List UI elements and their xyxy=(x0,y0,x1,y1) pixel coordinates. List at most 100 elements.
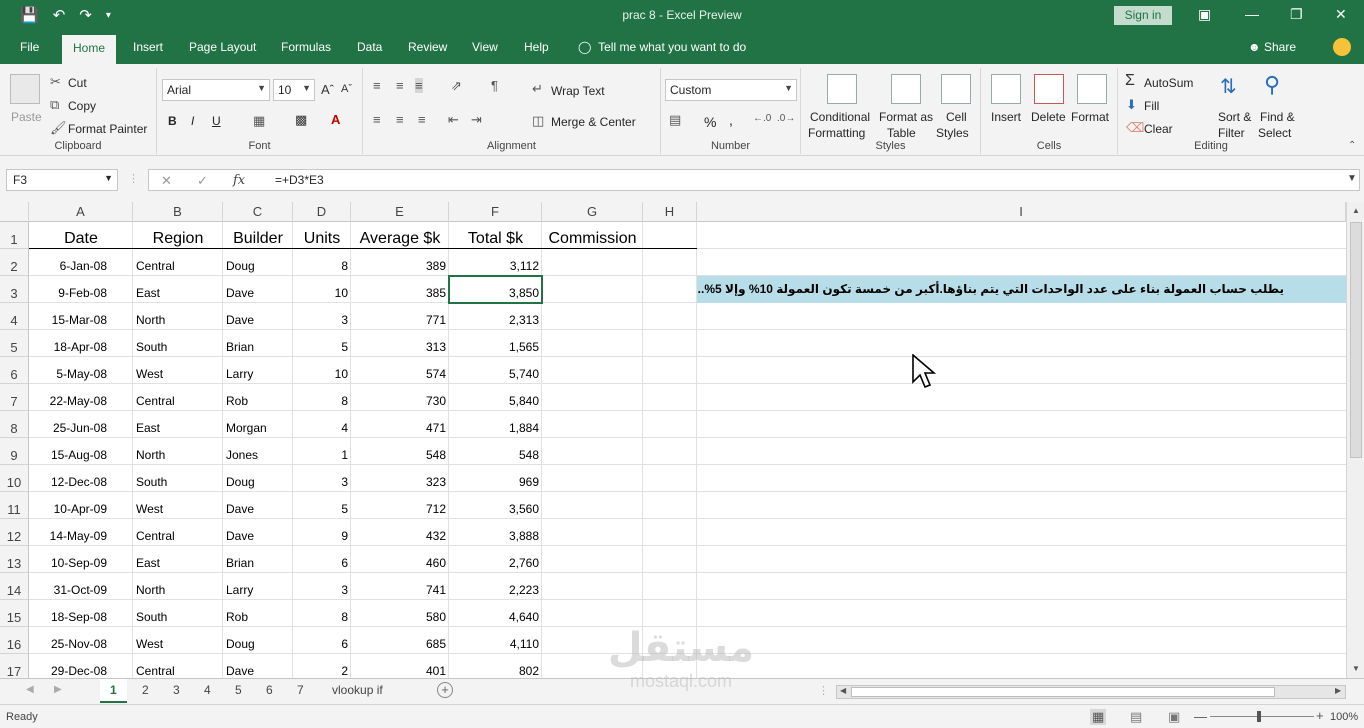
table-cell[interactable]: Morgan xyxy=(223,421,293,437)
column-header-b[interactable]: B xyxy=(133,202,223,222)
table-cell[interactable]: Rob xyxy=(223,610,293,626)
table-cell[interactable]: 389 xyxy=(351,259,449,275)
row-header[interactable]: 3 xyxy=(0,276,29,303)
format-cells-button[interactable]: Format xyxy=(1071,110,1109,124)
scroll-down-icon[interactable]: ▼ xyxy=(1352,664,1360,673)
table-cell[interactable]: 548 xyxy=(449,448,542,464)
table-cell[interactable]: North xyxy=(133,583,223,599)
table-cell[interactable]: Dave xyxy=(223,313,293,329)
table-cell[interactable]: 3,560 xyxy=(449,502,542,518)
scroll-up-icon[interactable]: ▲ xyxy=(1352,206,1360,215)
find-select-button[interactable]: Find & xyxy=(1260,110,1295,124)
table-cell[interactable]: West xyxy=(133,502,223,518)
page-break-view-icon[interactable]: ▣ xyxy=(1168,709,1180,725)
table-cell[interactable]: East xyxy=(133,286,223,302)
share-button[interactable]: ☻ Share xyxy=(1248,40,1296,54)
format-painter-button[interactable]: Format Painter xyxy=(68,122,147,136)
sheet-tab-3[interactable]: 3 xyxy=(173,683,180,697)
number-format-combo[interactable]: Custom ▼ xyxy=(665,79,797,101)
table-cell[interactable]: South xyxy=(133,610,223,626)
sheet-tab-7[interactable]: 7 xyxy=(297,683,304,697)
italic-button[interactable]: I xyxy=(191,114,194,128)
conditional-formatting-button[interactable]: Conditional xyxy=(810,110,870,124)
table-cell[interactable]: 1 xyxy=(293,448,351,464)
table-cell[interactable]: 25-Nov-08 xyxy=(29,637,133,653)
table-cell[interactable]: 10 xyxy=(293,286,351,302)
minimize-icon[interactable]: — xyxy=(1245,6,1259,22)
table-cell[interactable]: 574 xyxy=(351,367,449,383)
row-header[interactable]: 2 xyxy=(0,249,29,276)
header-cell[interactable]: Average $k xyxy=(351,230,449,250)
sheet-tab-2[interactable]: 2 xyxy=(142,683,149,697)
font-color-icon[interactable]: A xyxy=(331,112,340,127)
column-header-g[interactable]: G xyxy=(542,202,643,222)
table-cell[interactable]: South xyxy=(133,340,223,356)
expand-formula-icon[interactable]: ▼ xyxy=(1347,173,1357,184)
table-cell[interactable]: 685 xyxy=(351,637,449,653)
table-cell[interactable]: 2,223 xyxy=(449,583,542,599)
table-cell[interactable]: 10-Sep-09 xyxy=(29,556,133,572)
align-center-icon[interactable]: ≡ xyxy=(396,112,404,127)
zoom-slider[interactable] xyxy=(1210,716,1314,717)
restore-icon[interactable]: ❐ xyxy=(1290,6,1303,23)
zoom-slider-thumb[interactable] xyxy=(1257,711,1261,722)
header-cell[interactable]: Date xyxy=(29,230,133,250)
tab-home[interactable]: Home xyxy=(62,35,117,64)
table-cell[interactable]: 6-Jan-08 xyxy=(29,259,133,275)
table-cell[interactable]: Doug xyxy=(223,475,293,491)
table-cell[interactable]: 771 xyxy=(351,313,449,329)
sheet-tab-vlookup-if[interactable]: vlookup if xyxy=(332,683,383,697)
orientation-icon[interactable]: ⇗ xyxy=(451,78,462,94)
copy-button[interactable]: Copy xyxy=(68,99,96,113)
increase-decimal-icon[interactable]: ←.0 xyxy=(753,113,771,124)
table-cell[interactable]: 3 xyxy=(293,313,351,329)
zoom-out-icon[interactable]: — xyxy=(1194,709,1207,724)
sort-filter-button[interactable]: Sort & xyxy=(1218,110,1251,124)
row-header[interactable]: 7 xyxy=(0,384,29,411)
table-cell[interactable]: West xyxy=(133,637,223,653)
table-cell[interactable]: East xyxy=(133,421,223,437)
bold-button[interactable]: B xyxy=(168,114,177,128)
feedback-smiley-icon[interactable] xyxy=(1333,38,1351,56)
top-align-icon[interactable]: ≡ xyxy=(373,78,381,93)
table-cell[interactable]: 1,884 xyxy=(449,421,542,437)
table-cell[interactable]: 969 xyxy=(449,475,542,491)
paste-icon[interactable] xyxy=(10,74,40,104)
table-cell[interactable]: 385 xyxy=(351,286,449,302)
column-header-d[interactable]: D xyxy=(293,202,351,222)
tab-review[interactable]: Review xyxy=(408,40,447,54)
insert-cells-button[interactable]: Insert xyxy=(991,110,1021,124)
table-cell[interactable]: 5 xyxy=(293,502,351,518)
tab-help[interactable]: Help xyxy=(524,40,549,54)
row-header[interactable]: 17 xyxy=(0,654,29,678)
table-cell[interactable]: 432 xyxy=(351,529,449,545)
table-cell[interactable]: 5,840 xyxy=(449,394,542,410)
fill-color-icon[interactable]: ▩ xyxy=(295,112,307,128)
cell-styles-button[interactable]: Cell xyxy=(946,110,967,124)
table-cell[interactable]: 548 xyxy=(351,448,449,464)
table-cell[interactable]: Central xyxy=(133,529,223,545)
table-cell[interactable]: Dave xyxy=(223,286,293,302)
table-cell[interactable]: 8 xyxy=(293,394,351,410)
row-header[interactable]: 16 xyxy=(0,627,29,654)
table-cell[interactable]: Rob xyxy=(223,394,293,410)
table-cell[interactable]: 18-Sep-08 xyxy=(29,610,133,626)
row-header[interactable]: 13 xyxy=(0,546,29,573)
header-cell[interactable]: Units xyxy=(293,230,351,250)
table-cell[interactable]: 3 xyxy=(293,475,351,491)
tab-view[interactable]: View xyxy=(472,40,498,54)
sign-in-button[interactable]: Sign in xyxy=(1114,6,1172,25)
middle-align-icon[interactable]: ≡ xyxy=(396,78,404,93)
table-cell[interactable]: Jones xyxy=(223,448,293,464)
table-cell[interactable]: 730 xyxy=(351,394,449,410)
table-cell[interactable]: 460 xyxy=(351,556,449,572)
normal-view-icon[interactable]: ▦ xyxy=(1090,709,1107,725)
row-header[interactable]: 15 xyxy=(0,600,29,627)
table-cell[interactable]: 6 xyxy=(293,637,351,653)
table-cell[interactable]: 5,740 xyxy=(449,367,542,383)
table-cell[interactable]: Dave xyxy=(223,664,293,678)
vertical-scroll-thumb[interactable] xyxy=(1350,222,1362,458)
tab-split-icon[interactable]: ⋮ xyxy=(818,684,829,697)
header-cell[interactable]: Builder xyxy=(223,230,293,250)
row-header[interactable]: 11 xyxy=(0,492,29,519)
